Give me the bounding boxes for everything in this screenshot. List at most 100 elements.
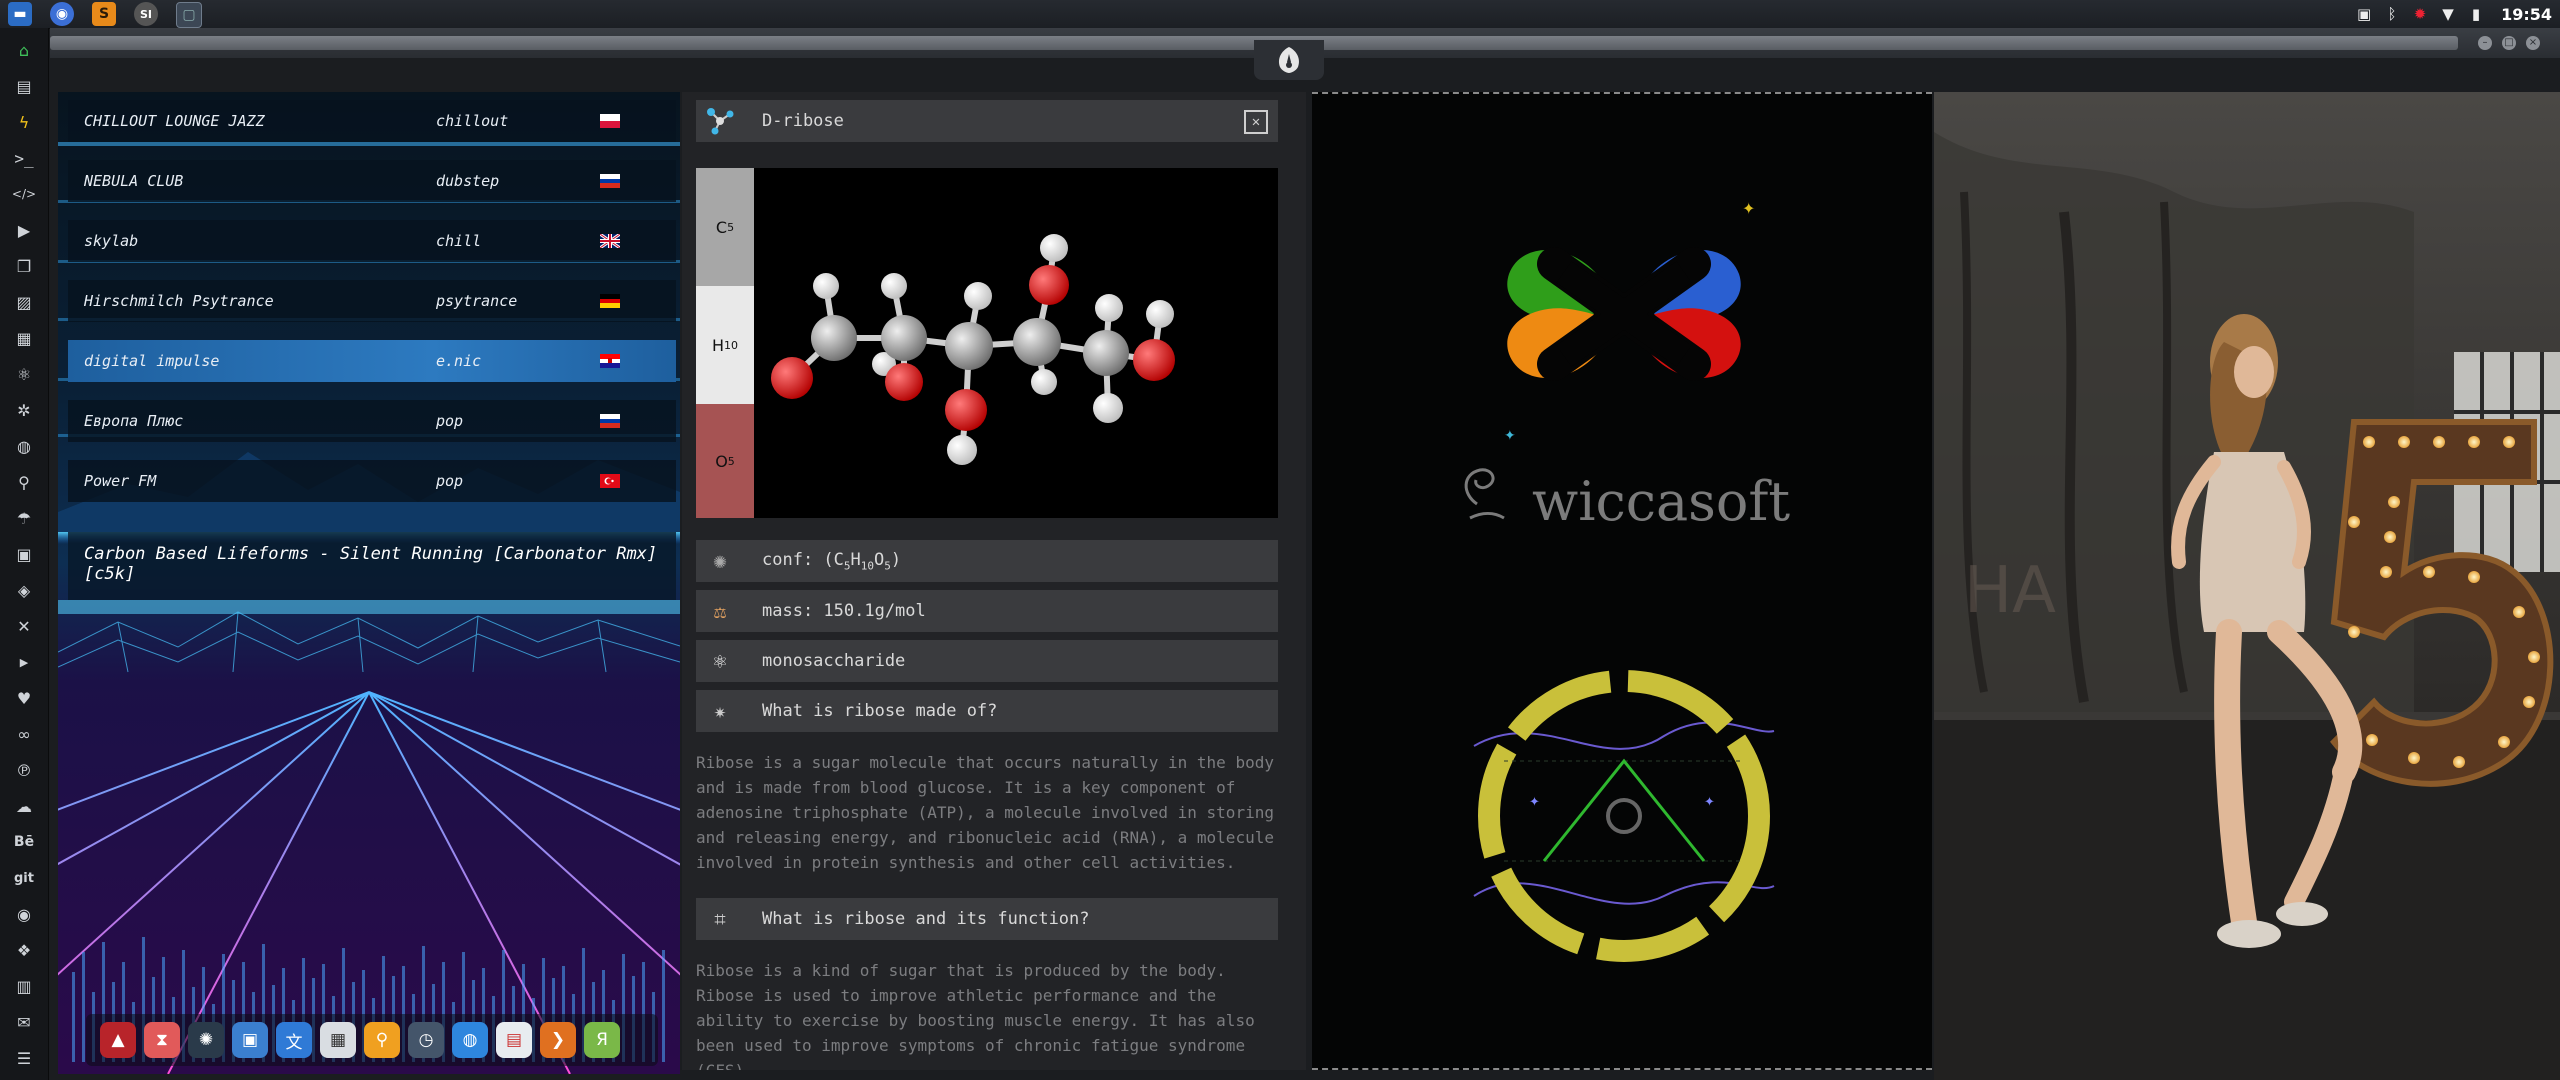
now-playing-title: Carbon Based Lifeforms - Silent Running … [84, 544, 658, 584]
atom-icon[interactable]: ⚛ [12, 362, 36, 386]
image-icon[interactable]: ▣ [2355, 5, 2373, 23]
formula-row: ✺ conf: (C5H10O5) [696, 540, 1278, 582]
station-row[interactable]: Power FM pop [68, 460, 676, 502]
lightning-icon[interactable]: ϟ [12, 110, 36, 134]
question-label: What is ribose and its function? [762, 909, 1090, 929]
conf-c-n: 5 [843, 559, 851, 573]
sparkle-icon: ✷ [713, 699, 727, 723]
comp-el: H [711, 335, 725, 355]
chemistry-panel: D-ribose ✕ C5 H 10 O5 ✺ conf: (C5H10O5) … [682, 92, 1306, 1070]
sublime-text-icon[interactable]: S [92, 2, 116, 26]
station-name: digital impulse [84, 352, 220, 370]
home-icon[interactable]: ⌂ [12, 38, 36, 62]
molecule-viewer[interactable]: C5 H 10 O 5 [696, 168, 1278, 518]
close-molecule-button[interactable]: ✕ [1244, 110, 1268, 134]
clock[interactable]: 19:54 [2501, 5, 2552, 24]
chromium-icon[interactable]: ◉ [50, 2, 74, 26]
formula-label: conf: (C5H10O5) [762, 550, 901, 572]
contact-icon[interactable]: ▣ [12, 542, 36, 566]
si-app-icon[interactable]: SI [134, 2, 158, 26]
copy-icon[interactable]: ❐ [12, 254, 36, 278]
github-icon[interactable]: ◉ [12, 902, 36, 926]
svg-text:✦: ✦ [1504, 428, 1516, 444]
behance-icon[interactable]: Bē [12, 830, 36, 854]
arrow-icon[interactable]: ❯ [540, 1022, 576, 1058]
gear-icon[interactable]: ✺ [188, 1022, 224, 1058]
radio-panel: CHILLOUT LOUNGE JAZZ chillout NEBULA CLU… [58, 92, 680, 1074]
comp-n: 10 [724, 338, 739, 352]
heart-icon[interactable]: ♥ [12, 686, 36, 710]
tag-icon[interactable]: ◈ [12, 578, 36, 602]
vivaldi-icon[interactable]: ▲ [100, 1022, 136, 1058]
conf-o-n: 5 [884, 559, 891, 573]
molecule-title: D-ribose [762, 111, 844, 131]
translate-icon[interactable]: 文 [276, 1022, 312, 1058]
station-genre: dubstep [436, 172, 500, 190]
globe-icon[interactable]: ◍ [12, 434, 36, 458]
question-row[interactable]: ✷ What is ribose made of? [696, 690, 1278, 732]
mail-icon[interactable]: ✉ [12, 1010, 36, 1034]
pipe-icon: ⌗ [714, 907, 726, 931]
calendar-icon[interactable]: ▤ [496, 1022, 532, 1058]
pinterest-icon[interactable]: ℗ [12, 758, 36, 782]
question-row[interactable]: ⌗ What is ribose and its function? [696, 898, 1278, 940]
hourglass-icon[interactable]: ⧗ [144, 1022, 180, 1058]
git-icon[interactable]: git [12, 866, 36, 890]
document-icon[interactable]: ▤ [12, 74, 36, 98]
play-icon[interactable]: ▶ [12, 218, 36, 242]
cubes-icon[interactable]: ❖ [12, 938, 36, 962]
flag-germany-icon [600, 294, 620, 308]
composition-carbon: C5 [696, 168, 754, 286]
search-icon[interactable]: ⚲ [364, 1022, 400, 1058]
station-row[interactable]: skylab chill [68, 220, 676, 262]
station-genre: chill [436, 232, 482, 250]
search-icon[interactable]: ⚲ [12, 470, 36, 494]
files-app-icon[interactable]: ▬ [8, 2, 32, 26]
viewer-icon[interactable]: ▣ [232, 1022, 268, 1058]
wifi-icon[interactable]: ▼ [2439, 5, 2457, 23]
youtube-icon[interactable]: ▶ [12, 650, 36, 674]
infinity-icon[interactable]: ∞ [12, 722, 36, 746]
comp-el: O [715, 451, 728, 471]
umbrella-icon[interactable]: ☂ [12, 506, 36, 530]
mass-label: mass: 150.1g/mol [762, 601, 926, 621]
bug-icon[interactable]: ✹ [2411, 5, 2429, 23]
wallpaper-photo: HA [1934, 92, 2560, 1080]
cloud-icon[interactable]: ☁ [12, 794, 36, 818]
maximize-button[interactable]: □ [2502, 36, 2516, 50]
answer-paragraph: Ribose is a sugar molecule that occurs n… [696, 753, 1274, 872]
bluetooth-icon[interactable]: ᛒ [2383, 5, 2401, 23]
globe-icon[interactable]: ◍ [452, 1022, 488, 1058]
window-icon[interactable]: ▢ [176, 2, 202, 28]
scale-icon: ⚖ [713, 599, 727, 623]
station-row[interactable]: Европа Плюс pop [68, 400, 676, 442]
tools-icon[interactable]: ✕ [12, 614, 36, 638]
comp-n: 5 [727, 220, 735, 234]
clock-icon[interactable]: ◷ [408, 1022, 444, 1058]
atom-icon: ✺ [713, 548, 727, 574]
flag-poland-icon [600, 114, 620, 128]
menu-icon[interactable]: ☰ [12, 1046, 36, 1070]
browser-icon[interactable]: ▦ [12, 326, 36, 350]
yandex-icon[interactable]: Я [584, 1022, 620, 1058]
conf-h: H [850, 549, 861, 570]
image-icon[interactable]: ▨ [12, 290, 36, 314]
atom-icon: ⚛ [713, 648, 727, 674]
map-icon[interactable]: ▥ [12, 974, 36, 998]
svg-text:✦: ✦ [1742, 199, 1755, 218]
station-row[interactable]: NEBULA CLUB dubstep [68, 160, 676, 202]
settings-icon[interactable]: ✲ [12, 398, 36, 422]
svg-text:✦: ✦ [1529, 795, 1540, 810]
close-button[interactable]: × [2526, 36, 2540, 50]
calendar-app-icon[interactable]: ▦ [320, 1022, 356, 1058]
code-icon[interactable]: </> [12, 182, 36, 206]
station-row-active[interactable]: digital impulse e.nic [68, 340, 676, 382]
minimize-button[interactable]: – [2478, 36, 2492, 50]
battery-icon[interactable]: ▮ [2467, 5, 2485, 23]
station-row[interactable]: Hirschmilch Psytrance psytrance [68, 280, 676, 322]
station-genre: psytrance [436, 292, 518, 310]
system-tray: ▣ ᛒ ✹ ▼ ▮ 19:54 [2355, 0, 2552, 28]
terminal-icon[interactable]: >_ [12, 146, 36, 170]
molecule-icon [704, 105, 736, 137]
station-row[interactable]: CHILLOUT LOUNGE JAZZ chillout [68, 100, 676, 142]
